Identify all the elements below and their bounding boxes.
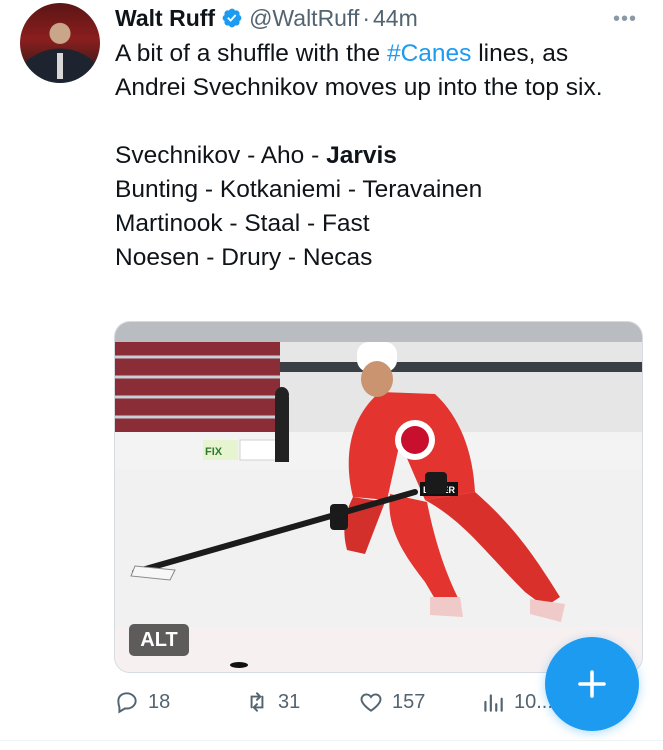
author-handle[interactable]: @WaltRuff [249,5,359,32]
line-1-text: Svechnikov - Aho - [115,142,327,169]
plus-icon [578,670,606,698]
like-count: 157 [392,690,426,713]
retweet-button[interactable]: 31 [244,685,300,719]
verified-badge-icon [222,8,242,28]
reply-count: 18 [148,690,171,713]
rink-ad-fix: FIX [205,446,223,458]
hashtag-link[interactable]: #Canes [387,40,471,67]
line-2: Bunting - Kotkaniemi - Teravainen [115,173,635,207]
author-name[interactable]: Walt Ruff [115,5,215,32]
line-1: Svechnikov - Aho - Jarvis [115,139,635,173]
bottom-divider [0,740,663,741]
like-button[interactable]: 157 [358,685,425,719]
reply-button[interactable]: 18 [114,685,170,719]
line-3: Martinook - Staal - Fast [115,207,635,241]
line-4: Noesen - Drury - Necas [115,241,635,275]
hockey-practice-photo: FIX BAUER [115,322,642,672]
separator-dot: · [362,4,371,31]
views-button[interactable]: 10... [480,685,553,719]
tweet-text-prefix: A bit of a shuffle with the [115,40,387,67]
views-icon [484,694,503,712]
author-avatar[interactable] [20,3,100,83]
compose-fab-button[interactable] [545,637,639,731]
retweet-icon [250,692,264,712]
line-3-text: Martinook - Staal - Fast [115,210,370,237]
tweet-intro: A bit of a shuffle with the #Canes lines… [115,37,635,105]
line-1-bold: Jarvis [326,142,397,169]
retweet-count: 31 [278,690,301,713]
tweet-header: Walt Ruff @WaltRuff · 44m [115,2,418,34]
avatar-tie [57,53,63,79]
line-4-text: Noesen - Drury - Necas [115,244,373,271]
reply-icon [117,692,137,714]
heart-icon [360,693,382,712]
alt-text-badge[interactable]: ALT [129,624,189,656]
more-horizontal-icon[interactable]: ••• [613,8,637,31]
tweet-photo[interactable]: FIX BAUER ALT [114,321,643,673]
tweet-text: A bit of a shuffle with the #Canes lines… [115,37,635,275]
line-2-text: Bunting - Kotkaniemi - Teravainen [115,176,483,203]
tweet-timestamp[interactable]: 44m [373,5,418,32]
